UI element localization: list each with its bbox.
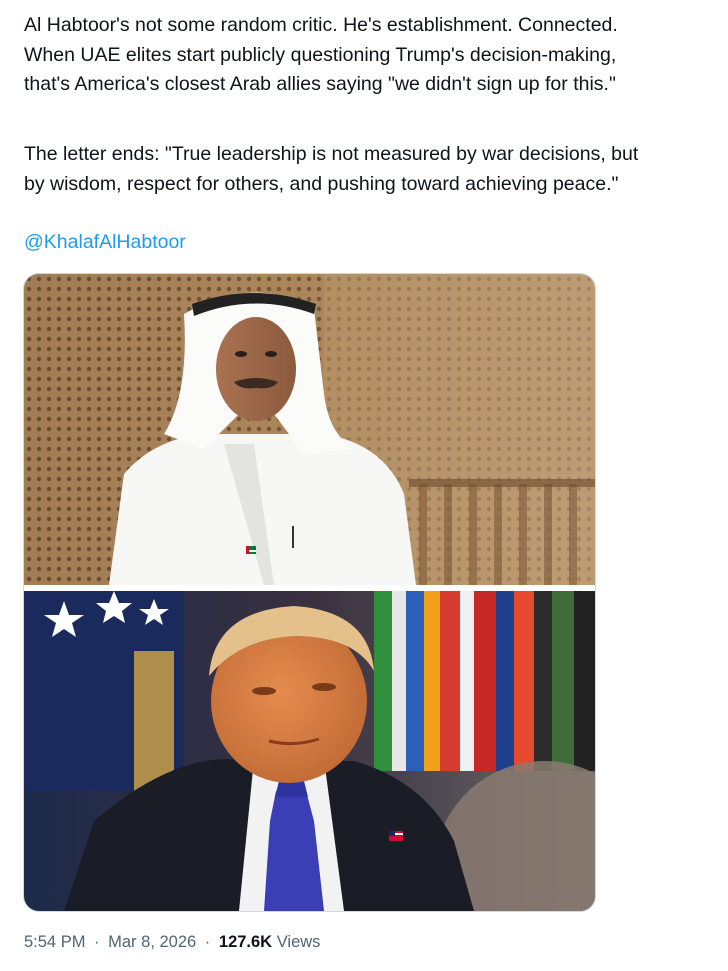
photo-illustration bbox=[24, 591, 595, 911]
man-in-dark-suit-photo[interactable] bbox=[24, 591, 595, 911]
timestamp-date[interactable]: Mar 8, 2026 bbox=[108, 933, 196, 951]
mention-link[interactable]: @KhalafAlHabtoor bbox=[24, 228, 186, 258]
separator-dot: · bbox=[94, 933, 100, 951]
tweet-text-paragraph-1: Al Habtoor's not some random critic. He'… bbox=[24, 11, 714, 100]
tweet-text-line: by wisdom, respect for others, and pushi… bbox=[24, 172, 619, 195]
tweet-text-line: When UAE elites start publicly questioni… bbox=[24, 43, 617, 66]
tweet-text-paragraph-2: The letter ends: "True leadership is not… bbox=[24, 140, 714, 199]
views-label: Views bbox=[276, 933, 321, 951]
tweet-metadata: 5:54 PM · Mar 8, 2026 · 127.6K Views bbox=[24, 931, 320, 953]
tweet-text-line: Al Habtoor's not some random critic. He'… bbox=[24, 14, 618, 36]
photo-illustration bbox=[24, 274, 595, 585]
media-grid[interactable] bbox=[23, 273, 596, 912]
man-in-white-kandura-photo[interactable] bbox=[24, 274, 595, 585]
timestamp-time[interactable]: 5:54 PM bbox=[24, 933, 85, 951]
tweet-text-line: that's America's closest Arab allies say… bbox=[24, 73, 616, 95]
separator-dot: · bbox=[204, 933, 211, 951]
tweet-text-line: The letter ends: "True leadership is not… bbox=[24, 143, 639, 165]
views-count: 127.6K bbox=[218, 933, 273, 951]
tweet: Al Habtoor's not some random critic. He'… bbox=[0, 0, 728, 971]
